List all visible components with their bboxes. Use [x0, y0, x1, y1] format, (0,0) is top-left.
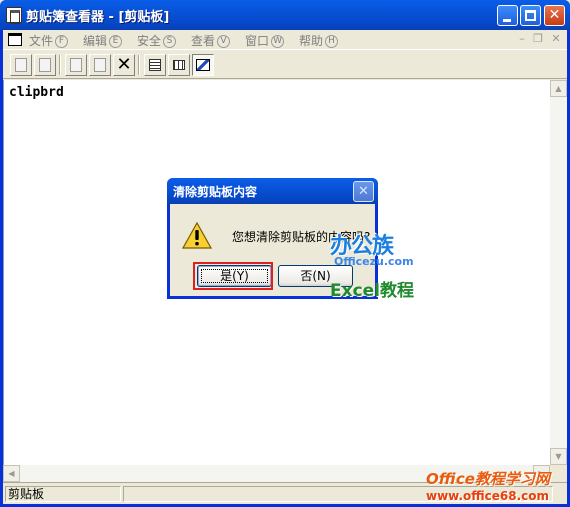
menu-view-label: 查看 [191, 34, 216, 48]
menu-edit-hotkey: E [109, 35, 123, 48]
disconnect-button[interactable] [34, 54, 56, 76]
menu-window-hotkey: W [271, 35, 285, 48]
menu-security-hotkey: S [163, 35, 177, 48]
dialog-title-bar[interactable]: 清除剪贴板内容 ✕ [167, 178, 378, 204]
connect-icon [15, 58, 27, 72]
stop-share-button[interactable] [89, 54, 111, 76]
watermark-bottom-title: Office教程学习网 [426, 470, 550, 488]
menu-security-label: 安全 [137, 34, 162, 48]
menu-security[interactable]: 安全 S [137, 32, 177, 49]
menu-view[interactable]: 查看 V [191, 32, 231, 49]
share-icon [70, 58, 82, 72]
close-icon: ✕ [548, 7, 561, 23]
maximize-icon [525, 10, 536, 21]
menu-file-label: 文件 [29, 34, 54, 48]
clipboard-text: clipbrd [9, 85, 64, 100]
toolbar-separator [59, 55, 61, 75]
maximize-button[interactable] [520, 5, 541, 26]
close-button[interactable]: ✕ [544, 5, 565, 26]
warning-icon [182, 222, 212, 249]
scroll-up-button[interactable]: ▲ [550, 80, 567, 97]
mdi-minimize-icon[interactable]: – [515, 33, 529, 45]
toolbar-separator [138, 55, 140, 75]
dialog-close-button[interactable]: ✕ [353, 181, 374, 202]
menu-bar: 文件 F 编辑 E 安全 S 查看 V 窗口 W 帮助 H – ❐ ✕ [3, 30, 567, 50]
menu-edit[interactable]: 编辑 E [83, 32, 123, 49]
disconnect-icon [39, 58, 51, 72]
delete-x-icon: ✕ [116, 54, 132, 75]
yes-button-highlight [193, 262, 273, 290]
full-page-button[interactable] [192, 54, 214, 76]
minimize-icon [503, 19, 511, 22]
toolbar: ✕ [3, 51, 567, 79]
officezu-watermark: 办公族 Officezu.com Excel教程 [330, 228, 414, 301]
mdi-close-icon[interactable]: ✕ [549, 33, 563, 45]
stop-share-icon [94, 58, 106, 72]
title-bar[interactable]: 剪贴簿查看器 - [剪贴板] ✕ [0, 0, 570, 30]
menu-window-label: 窗口 [245, 34, 270, 48]
watermark-excel: Excel教程 [330, 281, 415, 301]
minimize-button[interactable] [497, 5, 518, 26]
menu-view-hotkey: V [217, 35, 231, 48]
menu-window[interactable]: 窗口 W [245, 32, 285, 49]
share-button[interactable] [65, 54, 87, 76]
menu-help-hotkey: H [325, 35, 339, 48]
close-icon: ✕ [358, 184, 369, 199]
scroll-left-button[interactable]: ◀ [3, 465, 20, 482]
document-icon[interactable] [8, 33, 22, 46]
list-view-icon [149, 59, 161, 71]
thumbnails-button[interactable] [168, 54, 190, 76]
menu-file[interactable]: 文件 F [29, 32, 69, 49]
watermark-site: Officezu.com [334, 255, 414, 268]
no-button-label: 否(N) [300, 269, 331, 283]
connect-button[interactable] [10, 54, 32, 76]
menu-file-hotkey: F [55, 35, 69, 48]
office68-watermark: Office教程学习网 www.office68.com [426, 468, 566, 503]
full-page-view-icon [196, 59, 210, 71]
vertical-scrollbar[interactable]: ▲ ▼ [550, 80, 567, 465]
dialog-title: 清除剪贴板内容 [173, 185, 258, 199]
delete-button[interactable]: ✕ [113, 54, 135, 76]
window-title: 剪贴簿查看器 - [剪贴板] [26, 10, 170, 25]
menu-help-label: 帮助 [299, 34, 324, 48]
scroll-down-button[interactable]: ▼ [550, 448, 567, 465]
menu-help[interactable]: 帮助 H [299, 32, 339, 49]
mdi-restore-icon[interactable]: ❐ [531, 33, 545, 45]
menu-edit-label: 编辑 [83, 34, 108, 48]
clipbook-app-icon[interactable] [6, 7, 22, 24]
table-of-contents-button[interactable] [144, 54, 166, 76]
thumbnail-view-icon [173, 60, 185, 70]
status-panel-left: 剪贴板 [5, 486, 121, 502]
watermark-bottom-url: www.office68.com [426, 489, 550, 503]
